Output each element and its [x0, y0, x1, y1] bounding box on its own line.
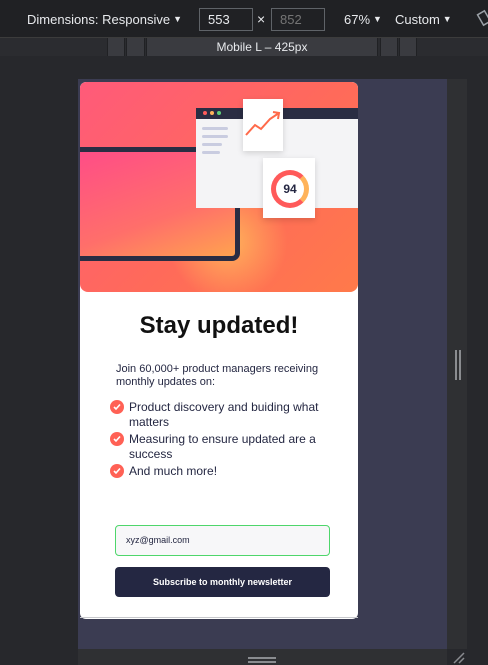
score-ring-icon: 94 — [271, 170, 309, 208]
subscribe-button[interactable]: Subscribe to monthly newsletter — [115, 567, 330, 597]
email-field[interactable]: xyz@gmail.com — [115, 525, 330, 556]
times-separator: × — [257, 11, 266, 27]
resize-handle-right[interactable] — [455, 350, 461, 380]
dimensions-label: Dimensions: Responsive — [27, 12, 171, 27]
media-query-segment[interactable] — [107, 38, 125, 56]
width-input[interactable] — [199, 8, 253, 31]
hero-illustration: 94 — [80, 82, 358, 292]
score-card: 94 — [263, 158, 315, 218]
window-dot-yellow — [210, 111, 214, 115]
window-dot-green — [217, 111, 221, 115]
corner-resize-grip-icon[interactable] — [452, 652, 466, 664]
devtools-toolbar: Dimensions: Responsive▼ × 67%▼ Custom▼ — [0, 0, 488, 38]
trend-chart-icon — [243, 99, 283, 151]
dimensions-dropdown[interactable]: Dimensions: Responsive ▼ — [27, 12, 182, 27]
caret-down-icon: ▼ — [173, 14, 182, 24]
card-bottom-edge — [80, 614, 358, 618]
height-input[interactable] — [271, 8, 325, 31]
caret-down-icon: ▼ — [373, 14, 382, 24]
list-item-text: Measuring to ensure updated are a succes… — [129, 432, 316, 461]
media-query-label[interactable]: Mobile L – 425px — [146, 38, 378, 56]
list-item-text: Product discovery and buiding what matte… — [129, 400, 319, 429]
resize-handle-bottom[interactable] — [248, 657, 276, 663]
sidebar-line — [202, 127, 228, 130]
list-item: Measuring to ensure updated are a succes… — [110, 432, 340, 462]
media-query-segment[interactable] — [126, 38, 145, 56]
caret-down-icon: ▼ — [442, 14, 452, 24]
media-query-segment[interactable] — [380, 38, 398, 56]
benefits-list: Product discovery and buiding what matte… — [110, 400, 340, 481]
newsletter-card: 94 Stay updated! Join 60,000+ product ma… — [80, 82, 358, 619]
zoom-label: 67% — [344, 12, 371, 27]
throttle-dropdown[interactable]: Custom ▼ — [395, 12, 452, 27]
sidebar-line — [202, 151, 220, 154]
window-dot-red — [203, 111, 207, 115]
list-item: And much more! — [110, 464, 340, 479]
sidebar-line — [202, 143, 222, 146]
list-item: Product discovery and buiding what matte… — [110, 400, 340, 430]
list-item-text: And much more! — [129, 464, 218, 478]
intro-text: Join 60,000+ product managers receiving … — [116, 363, 319, 388]
sidebar-line — [202, 135, 228, 138]
check-icon — [110, 432, 124, 446]
rotate-icon[interactable] — [474, 8, 488, 28]
zoom-dropdown[interactable]: 67% ▼ — [344, 12, 382, 27]
check-icon — [110, 464, 124, 478]
throttle-label: Custom — [395, 12, 440, 27]
check-icon — [110, 400, 124, 414]
page-title: Stay updated! — [139, 312, 299, 339]
media-query-bar: Mobile L – 425px — [0, 38, 488, 56]
score-value: 94 — [283, 182, 297, 196]
media-query-segment[interactable] — [399, 38, 417, 56]
